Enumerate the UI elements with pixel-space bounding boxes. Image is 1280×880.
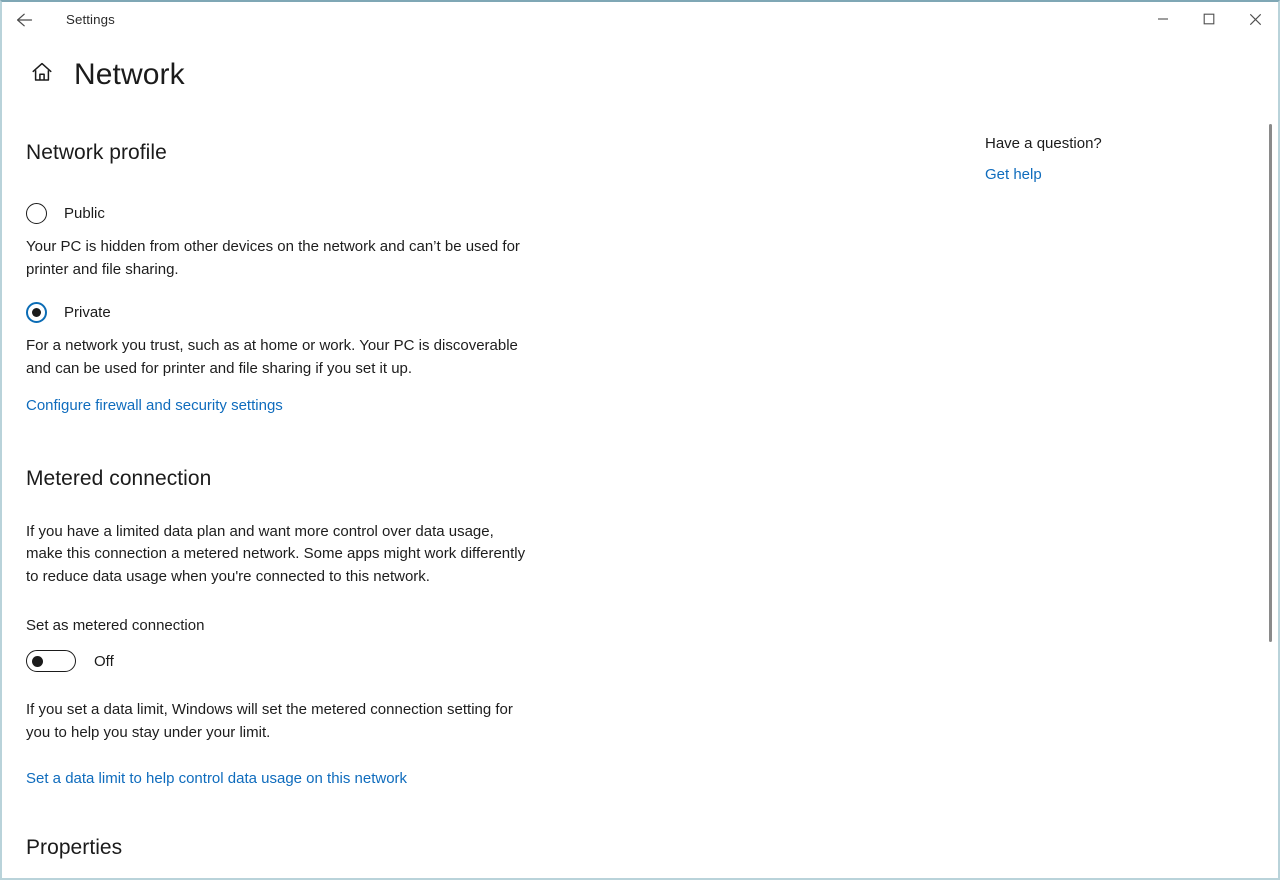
page-title: Network (74, 58, 185, 91)
title-bar: Settings (2, 2, 1278, 38)
minimize-icon (1157, 13, 1169, 25)
radio-private-label: Private (64, 304, 111, 322)
page-header: Network (26, 58, 185, 91)
settings-window: Settings Network Network profile Public … (0, 0, 1280, 880)
properties-heading: Properties (26, 836, 123, 860)
main-column: Network profile Public Your PC is hidden… (26, 112, 546, 861)
maximize-button[interactable] (1186, 2, 1232, 36)
radio-option-public[interactable]: Public (26, 203, 546, 225)
metered-toggle-state: Off (94, 652, 114, 670)
get-help-link[interactable]: Get help (985, 164, 1042, 185)
data-limit-note: If you set a data limit, Windows will se… (26, 701, 513, 741)
help-panel: Have a question? Get help (985, 134, 1245, 185)
radio-public-label: Public (64, 205, 105, 223)
radio-public-indicator (26, 203, 47, 225)
configure-firewall-link[interactable]: Configure firewall and security settings (26, 395, 283, 416)
home-button[interactable] (26, 59, 58, 91)
minimize-button[interactable] (1140, 2, 1186, 36)
public-description: Your PC is hidden from other devices on … (26, 238, 520, 278)
metered-connection-description: If you have a limited data plan and want… (26, 522, 526, 585)
vertical-scrollbar[interactable] (1264, 38, 1276, 876)
toggle-track (26, 650, 76, 673)
private-description: For a network you trust, such as at home… (26, 337, 518, 377)
close-button[interactable] (1232, 2, 1278, 36)
set-data-limit-link[interactable]: Set a data limit to help control data us… (26, 768, 407, 789)
home-icon (30, 60, 54, 89)
close-icon (1249, 13, 1262, 26)
window-caption-buttons (1140, 2, 1278, 36)
scrollbar-thumb[interactable] (1269, 124, 1272, 642)
metered-connection-toggle[interactable]: Off (26, 650, 546, 673)
toggle-knob (32, 655, 43, 667)
metered-connection-heading: Metered connection (26, 466, 212, 490)
network-profile-heading: Network profile (26, 141, 167, 164)
back-button[interactable] (4, 4, 48, 36)
app-title: Settings (66, 12, 115, 28)
back-arrow-icon (16, 12, 36, 28)
settings-content: Network profile Public Your PC is hidden… (2, 112, 1278, 878)
radio-option-private[interactable]: Private (26, 302, 546, 324)
maximize-icon (1203, 13, 1215, 25)
metered-toggle-label: Set as metered connection (26, 616, 205, 634)
radio-private-indicator (26, 302, 47, 324)
help-title: Have a question? (985, 135, 1102, 152)
